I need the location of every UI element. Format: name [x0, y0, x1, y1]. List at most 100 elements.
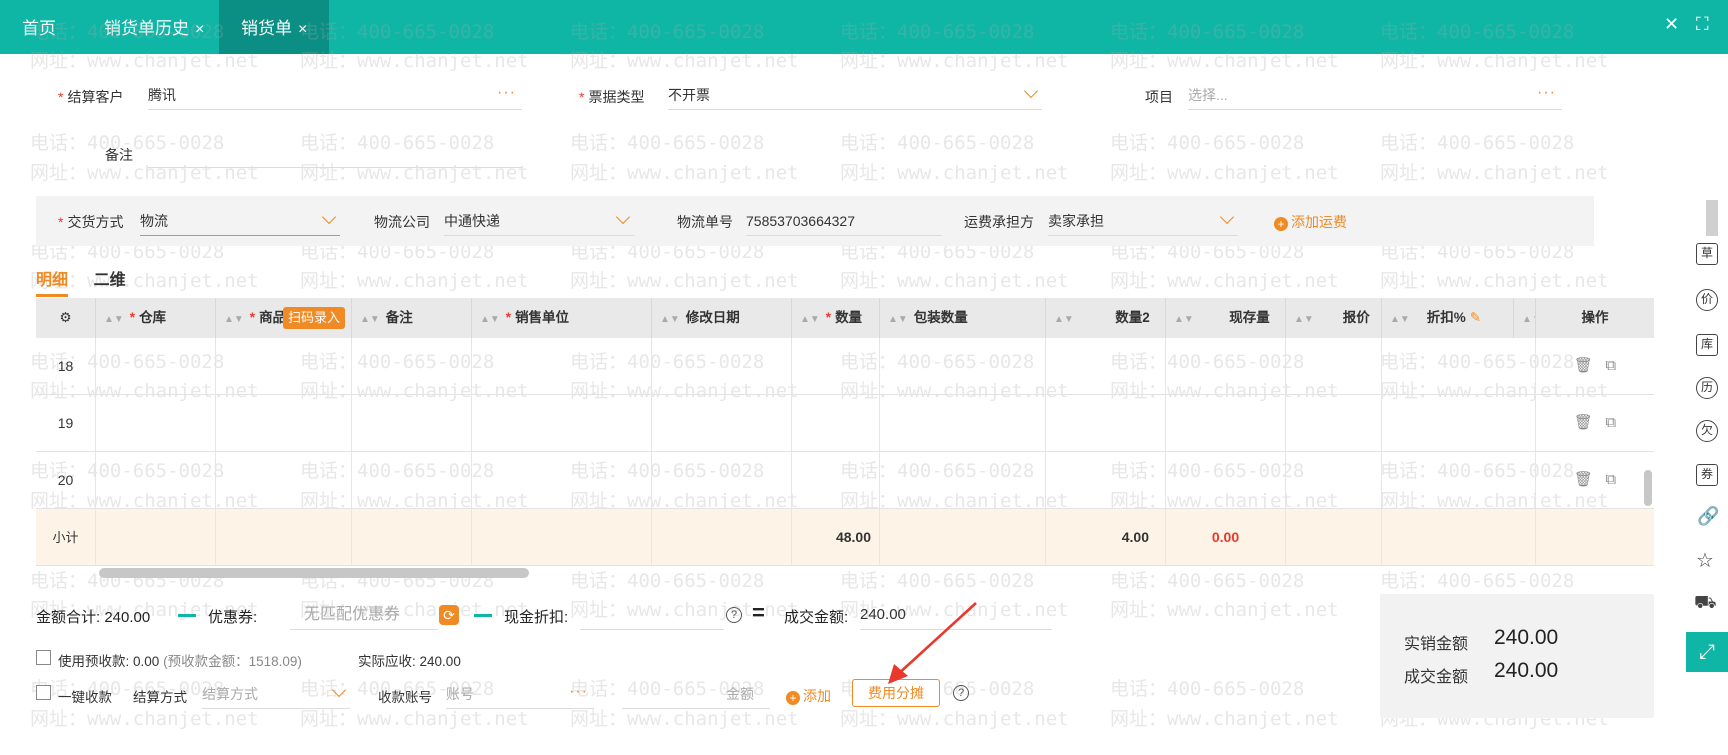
coupon-icon[interactable]: 券	[1696, 464, 1718, 486]
tab-home[interactable]: 首页	[0, 0, 78, 54]
table-cell[interactable]	[352, 338, 472, 395]
refresh-icon[interactable]: ⟳	[439, 605, 459, 625]
trash-icon[interactable]: 🗑	[1574, 357, 1593, 374]
draft-icon[interactable]: 草	[1696, 243, 1718, 265]
horizontal-scrollbar[interactable]	[99, 568, 529, 578]
project-field[interactable]: 选择... ···	[1188, 80, 1562, 110]
remark-input[interactable]	[148, 138, 522, 168]
invoice-type-select[interactable]: 不开票	[668, 80, 1042, 110]
table-row[interactable]: 19 🗑 ⧉	[36, 395, 1654, 452]
debt-icon[interactable]: 欠	[1696, 420, 1718, 442]
freight-payer-select[interactable]: 卖家承担	[1048, 206, 1238, 236]
settle-method-select[interactable]: 结算方式	[202, 679, 350, 709]
table-cell[interactable]	[472, 452, 652, 509]
account-field[interactable]: 账号 ···	[446, 679, 594, 709]
table-cell[interactable]	[1286, 452, 1382, 509]
add-freight-button[interactable]: + 添加运费	[1274, 212, 1347, 232]
copy-icon[interactable]: ⧉	[1605, 357, 1616, 374]
table-cell[interactable]	[96, 395, 216, 452]
stock-icon[interactable]: 库	[1696, 334, 1718, 356]
history-icon[interactable]: 历	[1696, 377, 1718, 399]
column-qty[interactable]: ▲▼ * 数量	[792, 298, 880, 338]
subtab-detail[interactable]: 明细	[36, 266, 69, 297]
price-icon[interactable]: 价	[1696, 289, 1718, 311]
table-cell[interactable]	[880, 395, 1046, 452]
table-cell[interactable]	[1046, 338, 1166, 395]
column-qty2[interactable]: ▲▼ 数量2	[1046, 298, 1166, 338]
table-cell[interactable]	[792, 395, 880, 452]
table-cell[interactable]	[792, 338, 880, 395]
table-cell[interactable]	[216, 452, 352, 509]
table-cell[interactable]	[1166, 395, 1286, 452]
logistics-company-select[interactable]: 中通快递	[444, 206, 634, 236]
use-prepaid-checkbox[interactable]	[36, 650, 51, 665]
window-expand-icon[interactable]: ⛶	[1696, 14, 1709, 35]
table-cell[interactable]	[216, 395, 352, 452]
table-cell[interactable]	[352, 395, 472, 452]
window-close-icon[interactable]: ✕	[1664, 14, 1679, 35]
truck-icon[interactable]: ⛟	[1694, 592, 1717, 616]
table-cell[interactable]	[652, 452, 792, 509]
table-cell[interactable]	[216, 338, 352, 395]
more-icon[interactable]: ···	[497, 78, 516, 108]
table-cell[interactable]	[472, 338, 652, 395]
table-cell[interactable]	[792, 452, 880, 509]
edit-icon[interactable]: ✎	[1470, 310, 1481, 325]
table-cell[interactable]	[352, 452, 472, 509]
add-payment-button[interactable]: + 添加	[786, 686, 831, 706]
table-row[interactable]: 20 🗑 ⧉	[36, 452, 1654, 509]
column-stock[interactable]: ▲▼ 现存量	[1166, 298, 1286, 338]
more-icon[interactable]: ···	[1537, 78, 1556, 108]
copy-icon[interactable]: ⧉	[1605, 414, 1616, 431]
table-cell[interactable]	[1046, 395, 1166, 452]
page-scrollbar[interactable]	[1706, 200, 1718, 236]
table-cell[interactable]	[1046, 452, 1166, 509]
column-settings-icon[interactable]: ⚙	[36, 298, 96, 338]
column-modify-date[interactable]: ▲▼ 修改日期	[652, 298, 792, 338]
table-vertical-scrollbar[interactable]	[1644, 470, 1652, 506]
one-click-checkbox[interactable]	[36, 685, 51, 700]
table-cell[interactable]	[1286, 395, 1382, 452]
star-icon[interactable]: ☆	[1696, 548, 1714, 573]
table-cell[interactable]	[1382, 452, 1536, 509]
trash-icon[interactable]: 🗑	[1574, 414, 1593, 431]
table-row[interactable]: 18 🗑 ⧉	[36, 338, 1654, 395]
tab-sales-order[interactable]: 销货单 ×	[219, 0, 330, 54]
remark-label: 备注	[105, 147, 133, 163]
table-cell[interactable]	[880, 452, 1046, 509]
column-discount[interactable]: ▲▼ 折扣% ✎	[1382, 298, 1514, 338]
more-icon[interactable]: ···	[569, 677, 588, 707]
tracking-no-input[interactable]: 75853703664327	[746, 206, 942, 236]
table-cell[interactable]	[1286, 338, 1382, 395]
fullscreen-icon[interactable]: ⤢	[1686, 632, 1728, 672]
table-cell[interactable]	[1166, 452, 1286, 509]
table-cell[interactable]	[1166, 338, 1286, 395]
column-sales-unit[interactable]: ▲▼ * 销售单位	[472, 298, 652, 338]
help-icon[interactable]: ?	[726, 607, 742, 623]
table-cell[interactable]	[652, 338, 792, 395]
customer-field[interactable]: 腾讯 ···	[148, 80, 522, 110]
coupon-select[interactable]: 无匹配优惠券	[290, 600, 438, 630]
table-cell[interactable]	[880, 338, 1046, 395]
column-pack-qty[interactable]: ▲▼ 包装数量	[880, 298, 1046, 338]
subtab-2d[interactable]: 二维	[94, 266, 126, 294]
scan-entry-button[interactable]: 扫码录入	[283, 307, 346, 329]
table-cell[interactable]	[652, 395, 792, 452]
amount-input[interactable]: 金额	[622, 679, 770, 709]
table-cell[interactable]	[1382, 395, 1536, 452]
table-cell[interactable]	[1382, 338, 1536, 395]
close-icon[interactable]: ×	[298, 21, 307, 38]
close-icon[interactable]: ×	[195, 21, 204, 38]
table-cell[interactable]	[96, 452, 216, 509]
column-remark[interactable]: ▲▼ 备注	[352, 298, 472, 338]
tab-sales-history[interactable]: 销货单历史 ×	[82, 0, 226, 54]
cash-discount-input[interactable]	[580, 600, 724, 630]
table-cell[interactable]	[96, 338, 216, 395]
attachment-icon[interactable]: 🔗	[1697, 506, 1719, 527]
column-warehouse[interactable]: ▲▼ * 仓库	[96, 298, 216, 338]
delivery-method-select[interactable]: 物流	[140, 206, 340, 236]
table-cell[interactable]	[472, 395, 652, 452]
copy-icon[interactable]: ⧉	[1605, 471, 1616, 488]
trash-icon[interactable]: 🗑	[1574, 471, 1593, 488]
column-quote[interactable]: ▲▼ 报价	[1286, 298, 1382, 338]
